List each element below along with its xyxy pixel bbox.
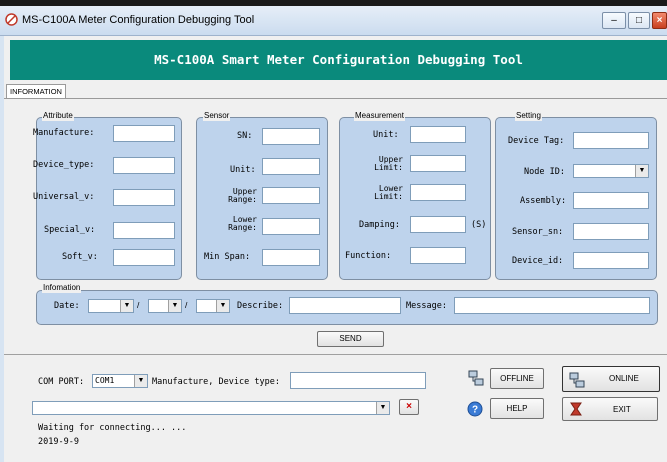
com-port-dropdown[interactable]: COM1 ▼: [92, 374, 148, 388]
function-field[interactable]: [410, 247, 466, 264]
damping-unit-label: (S): [471, 220, 487, 230]
sensor-group-title: Sensor: [203, 111, 231, 121]
date-year-dropdown[interactable]: ▼: [88, 299, 134, 313]
minimize-button[interactable]: –: [602, 12, 626, 29]
exit-icon: [570, 402, 582, 416]
min-span-field[interactable]: [262, 249, 320, 266]
exit-button[interactable]: EXIT: [562, 397, 658, 421]
tab-divider: [4, 98, 667, 99]
date-separator: /: [137, 300, 140, 310]
manufacture-field[interactable]: [113, 125, 175, 142]
assembly-field[interactable]: [573, 192, 649, 209]
upper-range-label: Upper Range:: [228, 187, 257, 204]
upper-range-field[interactable]: [262, 187, 320, 204]
send-button[interactable]: SEND: [317, 331, 384, 347]
tab-information[interactable]: INFORMATION: [6, 84, 66, 98]
damping-label: Damping:: [359, 220, 400, 230]
device-tag-label: Device Tag:: [508, 136, 565, 146]
message-field[interactable]: [454, 297, 650, 314]
soft-v-field[interactable]: [113, 249, 175, 266]
maximize-button[interactable]: □: [628, 12, 650, 29]
setting-group-title: Setting: [515, 111, 542, 121]
offline-button[interactable]: OFFLINE: [490, 368, 544, 389]
status-date: 2019-9-9: [38, 437, 79, 447]
sensor-sn-setting-field[interactable]: [573, 223, 649, 240]
measurement-group-title: Measurement: [354, 111, 405, 121]
universal-v-label: Universal_v:: [33, 192, 95, 202]
chevron-down-icon[interactable]: ▼: [216, 300, 229, 312]
close-button[interactable]: ×: [652, 12, 667, 29]
sensor-unit-field[interactable]: [262, 158, 320, 175]
message-label: Message:: [406, 301, 447, 311]
infomation-group-title: Infomation: [42, 283, 82, 293]
message-history-dropdown[interactable]: ▼: [32, 401, 390, 415]
online-button[interactable]: ONLINE: [562, 366, 660, 392]
app-icon: [5, 13, 18, 26]
network-offline-icon[interactable]: [467, 369, 485, 387]
describe-field[interactable]: [289, 297, 401, 314]
function-label: Function:: [345, 251, 392, 261]
com-port-label: COM PORT:: [38, 377, 85, 387]
device-type-label: Device_type:: [33, 160, 95, 170]
window-title: MS-C100A Meter Configuration Debugging T…: [22, 14, 255, 26]
measurement-unit-field[interactable]: [410, 126, 466, 143]
lower-range-field[interactable]: [262, 218, 320, 235]
upper-limit-label: Upper Limit:: [374, 155, 403, 172]
section-divider: [4, 354, 667, 355]
help-button[interactable]: HELP: [490, 398, 544, 419]
special-v-label: Special_v:: [44, 225, 96, 235]
manufacture-device-type-label: Manufacture, Device type:: [152, 377, 280, 387]
upper-limit-field[interactable]: [410, 155, 466, 172]
help-icon[interactable]: ?: [467, 401, 483, 417]
assembly-label: Assembly:: [520, 196, 567, 206]
chevron-down-icon[interactable]: ▼: [134, 375, 147, 387]
chevron-down-icon[interactable]: ▼: [376, 402, 389, 414]
date-day-dropdown[interactable]: ▼: [196, 299, 230, 313]
date-month-dropdown[interactable]: ▼: [148, 299, 182, 313]
measurement-unit-label: Unit:: [373, 130, 399, 140]
date-label: Date:: [54, 301, 80, 311]
universal-v-field[interactable]: [113, 189, 175, 206]
manufacture-label: Manufacture:: [33, 128, 95, 138]
sensor-sn-setting-label: Sensor_sn:: [512, 227, 564, 237]
sensor-sn-field[interactable]: [262, 128, 320, 145]
network-online-icon: [569, 372, 585, 388]
soft-v-label: Soft_v:: [62, 252, 98, 262]
clear-button[interactable]: ×: [399, 399, 419, 415]
chevron-down-icon[interactable]: ▼: [635, 165, 648, 177]
attribute-group-title: Attribute: [42, 111, 74, 121]
svg-text:?: ?: [472, 405, 478, 416]
node-id-dropdown[interactable]: ▼: [573, 164, 649, 178]
manufacture-device-type-field[interactable]: [290, 372, 426, 389]
device-id-field[interactable]: [573, 252, 649, 269]
lower-range-label: Lower Range:: [228, 215, 257, 232]
sensor-sn-label: SN:: [237, 131, 253, 141]
special-v-field[interactable]: [113, 222, 175, 239]
app-banner: MS-C100A Smart Meter Configuration Debug…: [10, 40, 667, 80]
device-tag-field[interactable]: [573, 132, 649, 149]
status-message: Waiting for connecting... ...: [38, 423, 187, 433]
node-id-label: Node ID:: [524, 167, 565, 177]
date-separator: /: [185, 300, 188, 310]
sensor-unit-label: Unit:: [230, 165, 256, 175]
describe-label: Describe:: [237, 301, 284, 311]
damping-field[interactable]: [410, 216, 466, 233]
lower-limit-label: Lower Limit:: [374, 184, 403, 201]
chevron-down-icon[interactable]: ▼: [168, 300, 181, 312]
chevron-down-icon[interactable]: ▼: [120, 300, 133, 312]
device-id-label: Device_id:: [512, 256, 564, 266]
lower-limit-field[interactable]: [410, 184, 466, 201]
min-span-label: Min Span:: [204, 252, 251, 262]
device-type-field[interactable]: [113, 157, 175, 174]
